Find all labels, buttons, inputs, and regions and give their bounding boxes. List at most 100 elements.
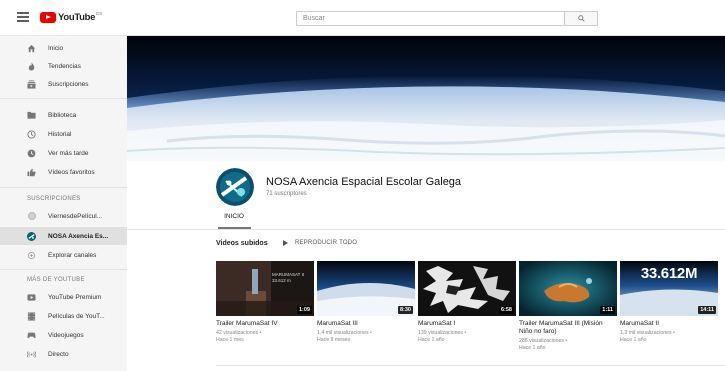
video-title[interactable]: MarumaSat I: [418, 320, 516, 328]
gaming-icon: [27, 331, 36, 340]
sidebar-item-youtube-premium[interactable]: YouTube Premium: [0, 288, 127, 306]
sidebar-item-directo[interactable]: Directo: [0, 345, 127, 363]
sidebar-item-label: Biblioteca: [48, 111, 77, 119]
thumbnail-overlay-text: 33.612M: [640, 265, 698, 282]
video-card[interactable]: 6:58 MarumaSat I 139 visualizaciones • H…: [418, 261, 516, 344]
video-thumbnail[interactable]: 33.612M 14:11: [620, 261, 718, 316]
sidebar-item-label: NOSA Axencia Es...: [48, 232, 109, 240]
sidebar-item-label: Ver más tarde: [48, 149, 89, 157]
trending-icon: [27, 61, 36, 71]
sidebar-item-label: Películas de YouT...: [48, 312, 105, 320]
play-all-label: REPRODUCIR TODO: [295, 240, 358, 246]
video-age: Hace 1 año: [418, 337, 445, 343]
premium-icon: [27, 293, 36, 302]
video-thumbnail[interactable]: 6:58: [418, 261, 516, 316]
section-title[interactable]: Videos subidos: [216, 240, 268, 247]
video-card[interactable]: MARUMASAT II 33.612 m 1:09 Trailer Marum…: [216, 261, 314, 344]
top-bar: YouTube ES Buscar: [0, 0, 725, 36]
video-views: 42 visualizaciones •: [216, 330, 262, 336]
sidebar-item-videojuegos[interactable]: Videojuegos: [0, 326, 127, 344]
video-age: Hace 1 año: [519, 345, 546, 351]
search-icon: [577, 15, 585, 22]
sidebar-item-nosa[interactable]: NOSA Axencia Es...: [0, 227, 127, 245]
sidebar-item-label: Videojuegos: [48, 331, 84, 339]
sidebar-item-explorar-canales[interactable]: Explorar canales: [0, 246, 127, 264]
add-circle-icon: [27, 251, 36, 260]
sidebar-item-biblioteca[interactable]: Biblioteca: [0, 106, 127, 124]
subscriber-count: 71 suscriptores: [266, 191, 307, 197]
video-card[interactable]: 1:11 Trailer MarumaSat III (Misión Niño …: [519, 261, 617, 352]
sidebar-item-suscripciones[interactable]: Suscripciones: [0, 75, 127, 93]
video-duration: 8:30: [397, 306, 413, 314]
sidebar-item-label: YouTube Premium: [48, 293, 102, 301]
video-duration: 14:11: [698, 306, 716, 314]
menu-icon[interactable]: [17, 12, 29, 22]
video-views: 139 visualizaciones •: [418, 330, 467, 336]
logo-text: YouTube: [58, 11, 96, 23]
sidebar: Inicio Tendencias Suscripciones Bibliote…: [0, 36, 127, 371]
sidebar-item-label: Inicio: [48, 44, 64, 52]
sidebar-item-label: Directo: [48, 350, 69, 358]
play-logo-icon: [40, 11, 56, 23]
channel-avatar[interactable]: [216, 168, 254, 206]
video-card[interactable]: 33.612M 14:11 MarumaSat II 1,3 mil visua…: [620, 261, 718, 344]
sidebar-item-ver-mas-tarde[interactable]: Ver más tarde: [0, 144, 127, 162]
video-age: Hace 9 meses: [317, 337, 351, 343]
channel-avatar-viernes: [27, 212, 36, 221]
library-icon: [27, 111, 36, 120]
video-age: Hace 1 año: [620, 337, 647, 343]
sidebar-item-label: Vídeos favoritos: [48, 168, 95, 176]
thumbnail-overlay-subtext: 33.612 m: [272, 278, 291, 283]
sidebar-divider: [0, 187, 127, 188]
play-icon: [283, 240, 288, 246]
sidebar-item-label: Explorar canales: [48, 251, 97, 259]
header-divider: [127, 229, 725, 230]
channel-name: NOSA Axencia Espacial Escolar Galega: [266, 176, 462, 188]
video-duration: 6:58: [498, 306, 514, 314]
sidebar-item-label: Tendencias: [48, 62, 81, 70]
video-title[interactable]: MarumaSat III: [317, 320, 415, 328]
youtube-logo[interactable]: YouTube ES: [40, 11, 102, 23]
video-duration: 1:09: [296, 306, 312, 314]
sidebar-item-label: Suscripciones: [48, 80, 89, 88]
content-divider: [216, 365, 725, 366]
channel-banner: [127, 36, 725, 161]
video-title[interactable]: MarumaSat II: [620, 320, 718, 328]
video-thumbnail[interactable]: 8:30: [317, 261, 415, 316]
sidebar-item-tendencias[interactable]: Tendencias: [0, 57, 127, 75]
channel-avatar-nosa: [27, 231, 36, 241]
video-card[interactable]: 8:30 MarumaSat III 1,4 mil visualizacion…: [317, 261, 415, 344]
video-views: 1,4 mil visualizaciones •: [317, 330, 372, 336]
logo-region: ES: [96, 11, 103, 16]
video-title[interactable]: Trailer MarumaSat III (Misión Niño no fa…: [519, 320, 617, 336]
video-thumbnail[interactable]: 1:11: [519, 261, 617, 316]
sidebar-item-videos-favoritos[interactable]: Vídeos favoritos: [0, 163, 127, 181]
search-button[interactable]: [565, 11, 598, 26]
movies-icon: [27, 311, 36, 321]
sidebar-item-label: ViernesdePelícul...: [48, 212, 103, 220]
sidebar-item-inicio[interactable]: Inicio: [0, 39, 127, 57]
watch-later-icon: [27, 149, 36, 158]
sidebar-divider: [0, 269, 127, 270]
more-heading: MÁS DE YOUTUBE: [27, 277, 85, 283]
tab-inicio[interactable]: INICIO: [217, 211, 251, 228]
subscriptions-heading: SUSCRIPCIONES: [27, 196, 81, 202]
play-all-button[interactable]: REPRODUCIR TODO: [283, 240, 357, 246]
sidebar-item-historial[interactable]: Historial: [0, 125, 127, 143]
sidebar-item-viernesdepeliculas[interactable]: ViernesdePelícul...: [0, 207, 127, 225]
sidebar-divider: [0, 98, 127, 99]
home-icon: [27, 44, 36, 53]
sidebar-item-label: Historial: [48, 130, 72, 138]
sidebar-item-peliculas[interactable]: Películas de YouT...: [0, 307, 127, 325]
video-age: Hace 1 mes: [216, 337, 244, 343]
video-views: 1,3 mil visualizaciones •: [620, 330, 675, 336]
video-views: 286 visualizaciones •: [519, 338, 568, 344]
liked-icon: [27, 168, 36, 177]
live-icon: [27, 350, 36, 359]
video-title[interactable]: Trailer MarumaSat IV: [216, 320, 314, 328]
video-duration: 1:11: [600, 306, 615, 314]
subscriptions-icon: [27, 79, 36, 89]
history-icon: [27, 129, 36, 139]
video-thumbnail[interactable]: MARUMASAT II 33.612 m 1:09: [216, 261, 314, 316]
search-input[interactable]: Buscar: [296, 11, 565, 26]
